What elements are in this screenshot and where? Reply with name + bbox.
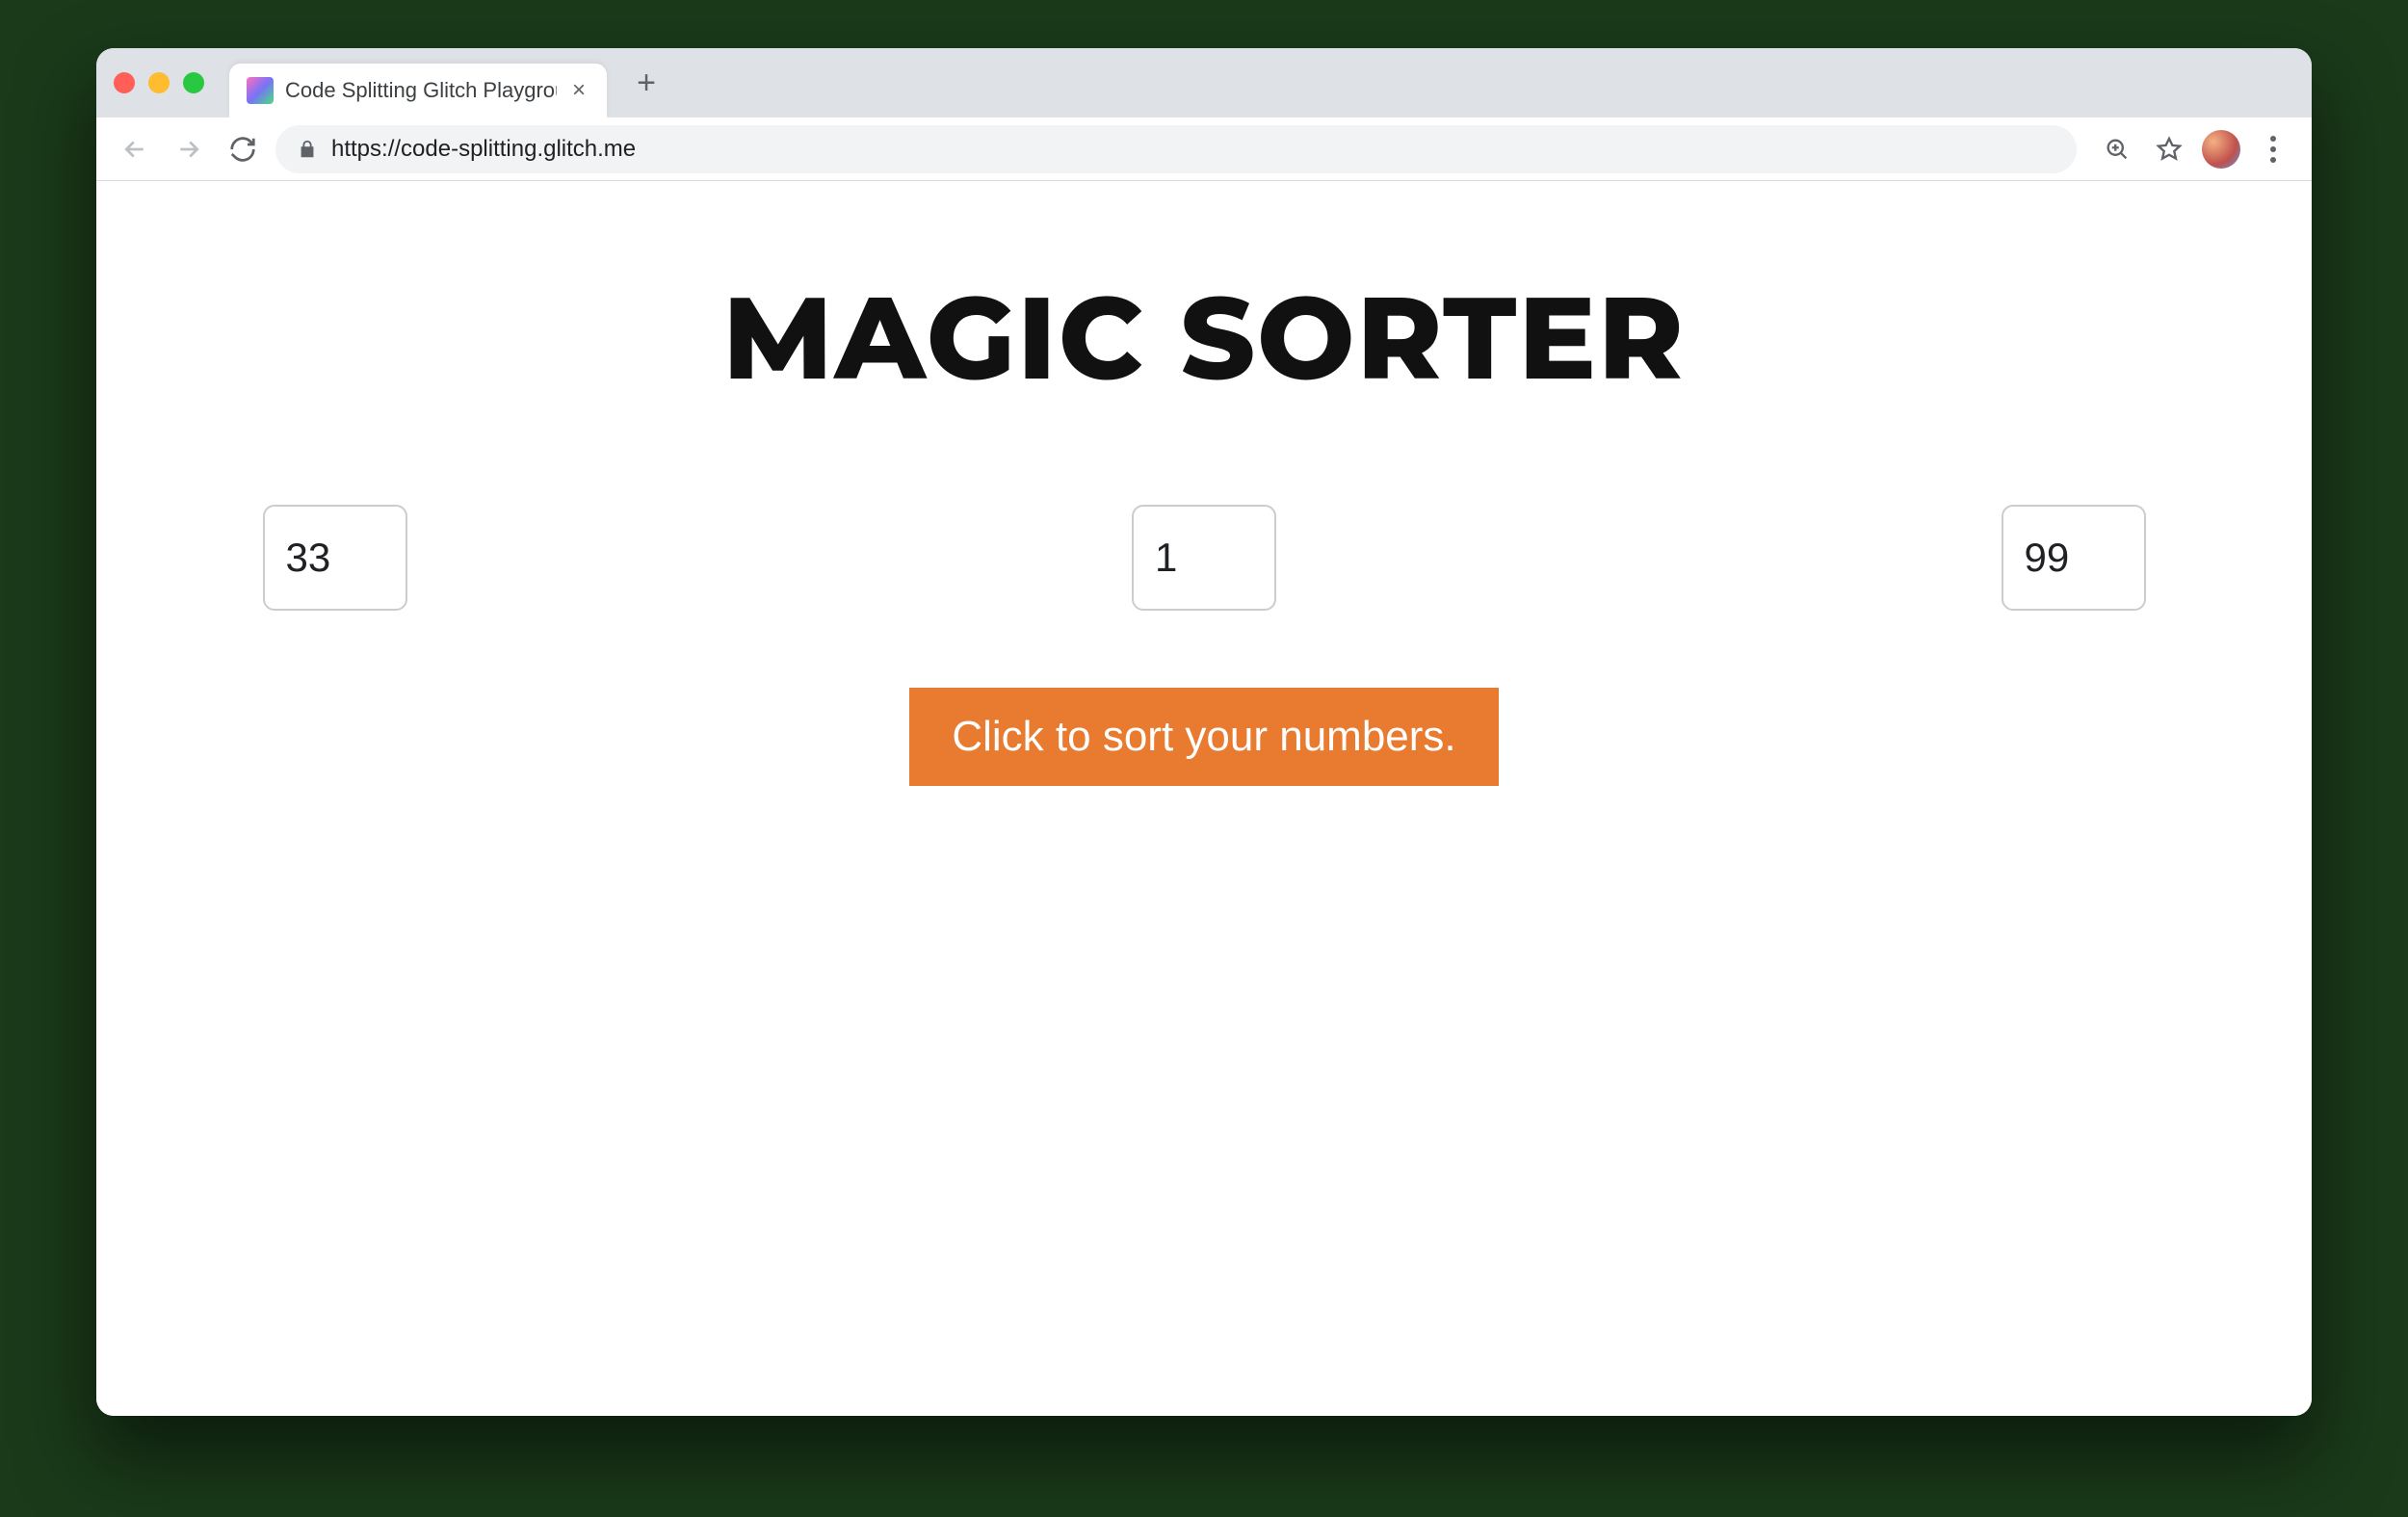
profile-button[interactable]	[2200, 128, 2242, 170]
browser-toolbar: https://code-splitting.glitch.me	[96, 118, 2312, 181]
forward-button[interactable]	[168, 128, 210, 170]
url-text: https://code-splitting.glitch.me	[331, 136, 636, 163]
sort-button[interactable]: Click to sort your numbers.	[909, 688, 1498, 786]
page-content: MAGIC SORTER Click to sort your numbers.	[96, 181, 2312, 1416]
address-bar[interactable]: https://code-splitting.glitch.me	[275, 125, 2077, 173]
reload-button[interactable]	[222, 128, 264, 170]
zoom-button[interactable]	[2096, 128, 2138, 170]
window-maximize-button[interactable]	[183, 72, 204, 93]
window-controls	[114, 72, 204, 93]
more-vert-icon	[2270, 136, 2276, 163]
new-tab-button[interactable]: +	[624, 61, 668, 105]
star-icon	[2156, 136, 2183, 163]
arrow-right-icon	[174, 135, 203, 164]
favicon-icon	[247, 77, 274, 104]
toolbar-right	[2096, 128, 2294, 170]
number-input-1[interactable]	[263, 505, 407, 611]
tab-title: Code Splitting Glitch Playgroun	[285, 78, 557, 103]
zoom-icon	[2104, 136, 2131, 163]
close-tab-icon[interactable]: ×	[568, 77, 589, 104]
bookmark-button[interactable]	[2148, 128, 2190, 170]
browser-window: Code Splitting Glitch Playgroun × + http…	[96, 48, 2312, 1416]
browser-tab[interactable]: Code Splitting Glitch Playgroun ×	[229, 64, 607, 118]
tab-strip: Code Splitting Glitch Playgroun × +	[96, 48, 2312, 118]
window-close-button[interactable]	[114, 72, 135, 93]
number-inputs-row	[263, 505, 2146, 611]
reload-icon	[228, 135, 257, 164]
avatar-icon	[2202, 130, 2240, 169]
more-menu-button[interactable]	[2252, 128, 2294, 170]
page-title: MAGIC SORTER	[722, 268, 1686, 408]
lock-icon	[297, 139, 318, 160]
arrow-left-icon	[120, 135, 149, 164]
back-button[interactable]	[114, 128, 156, 170]
number-input-2[interactable]	[1132, 505, 1276, 611]
window-minimize-button[interactable]	[148, 72, 170, 93]
number-input-3[interactable]	[2002, 505, 2146, 611]
